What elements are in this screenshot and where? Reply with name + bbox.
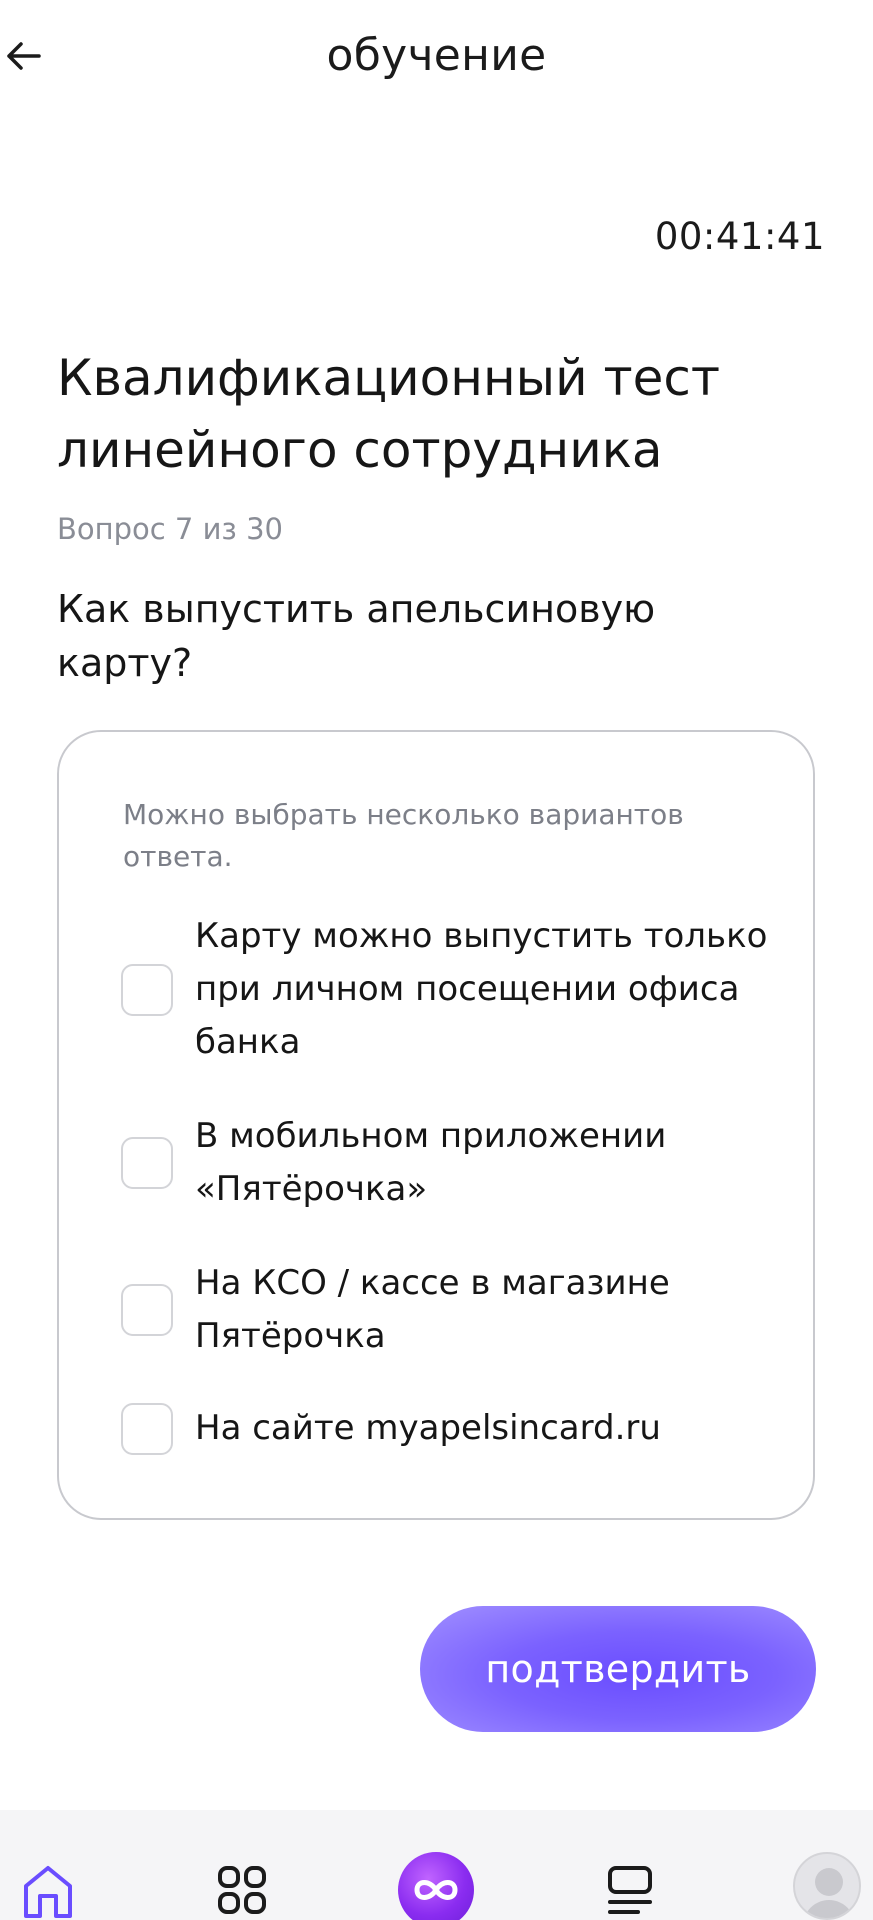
answer-option-label: На сайте myapelsincard.ru (195, 1408, 661, 1448)
checkbox[interactable] (121, 1137, 173, 1189)
question-text: Как выпустить апельсиновую карту? (57, 587, 656, 685)
home-icon (24, 1866, 72, 1918)
answer-option-1[interactable]: Карту можно выпустить только при личном … (121, 910, 781, 1069)
answers-card: Можно выбрать несколько вариантов ответа… (57, 730, 815, 1520)
checkbox[interactable] (121, 1402, 173, 1455)
checkbox[interactable] (121, 1284, 173, 1336)
header: обучение (0, 0, 873, 112)
avatar-icon (793, 1852, 861, 1920)
nav-catalog[interactable] (212, 1810, 272, 1920)
nav-history[interactable] (600, 1810, 660, 1920)
question-counter: Вопрос 7 из 30 (57, 512, 283, 546)
answer-option-label: Карту можно выпустить только при личном … (195, 916, 768, 1062)
confirm-button[interactable]: подтвердить (420, 1606, 816, 1732)
nav-home[interactable] (18, 1810, 78, 1920)
page-title: обучение (326, 30, 547, 81)
checkbox[interactable] (121, 963, 173, 1016)
training-screen: обучение 00:41:41 Квалификационный тест … (0, 0, 873, 1920)
answer-option-label: В мобильном приложении «Пятёрочка» (195, 1116, 667, 1209)
answer-option-3[interactable]: На КСО / кассе в магазине Пятёрочка (121, 1257, 781, 1363)
timer: 00:41:41 (654, 215, 825, 258)
nav-profile[interactable] (792, 1810, 862, 1920)
history-icon (608, 1866, 652, 1914)
answers-hint: Можно выбрать несколько вариантов ответа… (123, 798, 684, 873)
bottom-nav (0, 1810, 873, 1920)
answer-option-2[interactable]: В мобильном приложении «Пятёрочка» (121, 1110, 781, 1216)
nav-center[interactable] (396, 1810, 476, 1920)
answer-option-4[interactable]: На сайте myapelsincard.ru (121, 1402, 781, 1455)
grid-icon (218, 1866, 266, 1914)
answer-option-label: На КСО / кассе в магазине Пятёрочка (195, 1263, 670, 1356)
infinity-icon (398, 1852, 474, 1920)
test-title: Квалификационный тест линейного сотрудни… (57, 349, 721, 479)
